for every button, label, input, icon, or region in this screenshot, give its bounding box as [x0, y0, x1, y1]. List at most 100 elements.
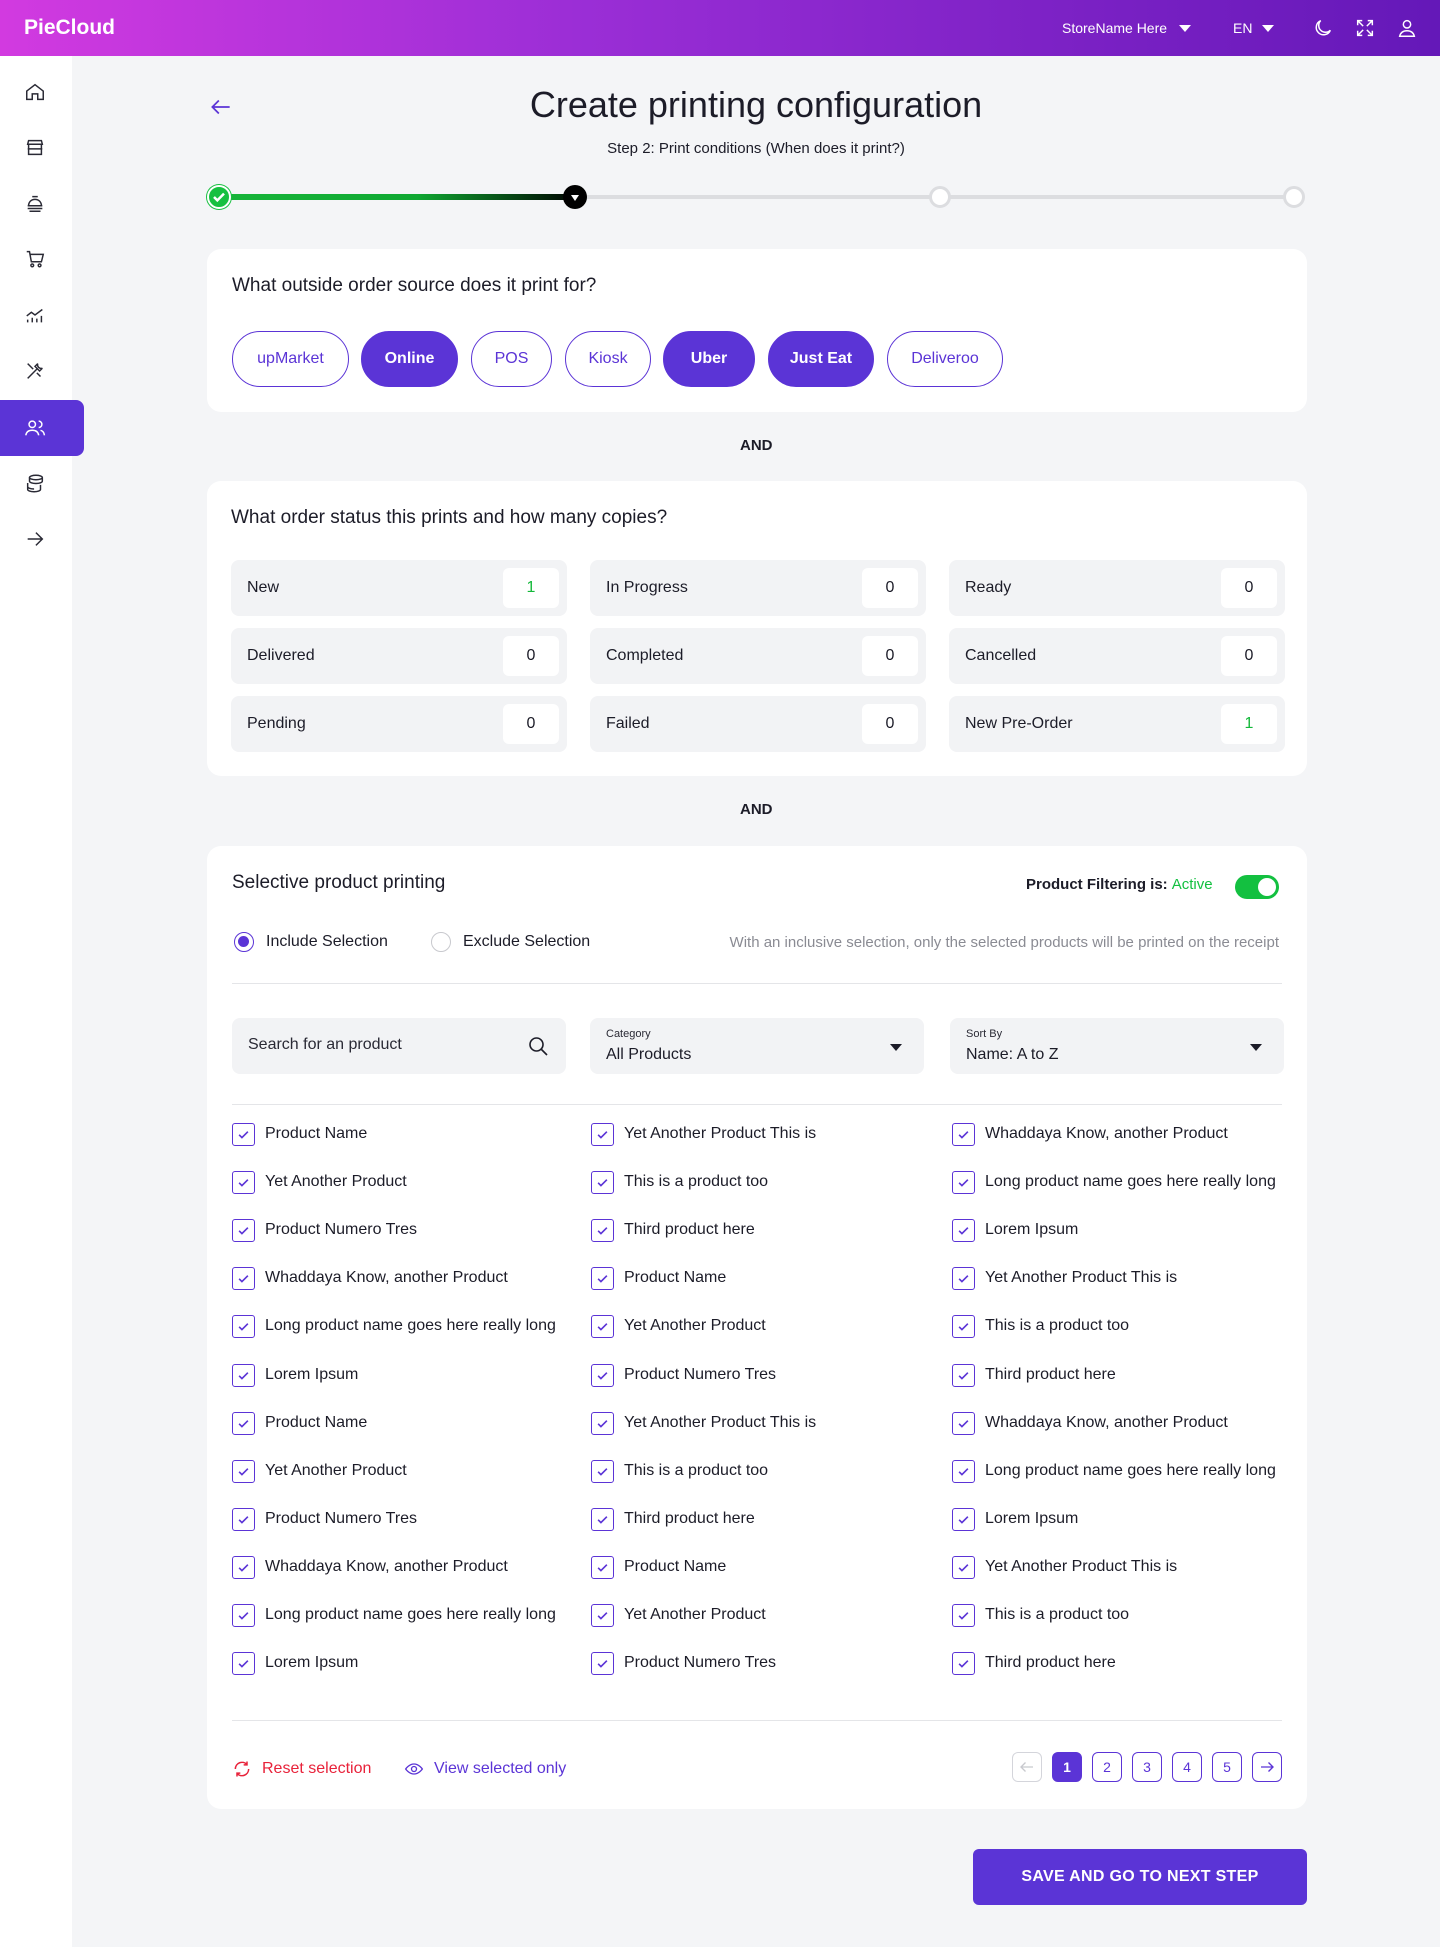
store-icon[interactable]: [0, 119, 84, 175]
checkbox-checked-icon[interactable]: [591, 1411, 614, 1435]
step-2-current[interactable]: [563, 185, 587, 209]
back-arrow-icon[interactable]: [208, 94, 234, 125]
checkbox-checked-icon[interactable]: [952, 1218, 975, 1242]
product-checkbox-item[interactable]: Third product here: [591, 1507, 755, 1531]
reset-selection-button[interactable]: Reset selection: [232, 1759, 371, 1779]
arrow-right-icon[interactable]: [0, 511, 84, 567]
copies-input[interactable]: 0: [503, 636, 559, 676]
product-checkbox-item[interactable]: Third product here: [952, 1651, 1116, 1675]
save-next-step-button[interactable]: SAVE AND GO TO NEXT STEP: [973, 1849, 1307, 1905]
copies-input[interactable]: 0: [1221, 568, 1277, 608]
product-checkbox-item[interactable]: Lorem Ipsum: [232, 1363, 358, 1387]
checkbox-checked-icon[interactable]: [591, 1314, 614, 1338]
source-uber-button[interactable]: Uber: [663, 331, 755, 387]
checkbox-checked-icon[interactable]: [232, 1363, 255, 1387]
checkbox-checked-icon[interactable]: [232, 1218, 255, 1242]
checkbox-checked-icon[interactable]: [952, 1122, 975, 1146]
checkbox-checked-icon[interactable]: [952, 1170, 975, 1194]
store-selector[interactable]: StoreName Here: [1062, 20, 1192, 36]
source-kiosk-button[interactable]: Kiosk: [565, 331, 651, 387]
checkbox-checked-icon[interactable]: [952, 1507, 975, 1531]
product-checkbox-item[interactable]: Product Name: [232, 1411, 367, 1435]
home-icon[interactable]: [0, 64, 84, 120]
copies-input[interactable]: 0: [503, 704, 559, 744]
product-checkbox-item[interactable]: This is a product too: [591, 1459, 768, 1483]
product-checkbox-item[interactable]: Yet Another Product: [591, 1314, 766, 1338]
checkbox-checked-icon[interactable]: [232, 1170, 255, 1194]
product-checkbox-item[interactable]: Yet Another Product This is: [591, 1122, 816, 1146]
product-checkbox-item[interactable]: Third product here: [952, 1363, 1116, 1387]
checkbox-checked-icon[interactable]: [591, 1363, 614, 1387]
product-checkbox-item[interactable]: Yet Another Product: [591, 1603, 766, 1627]
cart-icon[interactable]: [0, 231, 84, 287]
source-pos-button[interactable]: POS: [471, 331, 552, 387]
copies-input[interactable]: 0: [862, 704, 918, 744]
product-checkbox-item[interactable]: Product Name: [591, 1555, 726, 1579]
copies-input[interactable]: 1: [503, 568, 559, 608]
copies-input[interactable]: 0: [1221, 636, 1277, 676]
checkbox-checked-icon[interactable]: [232, 1651, 255, 1675]
step-1-complete-check-icon[interactable]: [207, 185, 231, 209]
source-online-button[interactable]: Online: [361, 331, 458, 387]
product-checkbox-item[interactable]: Product Name: [232, 1122, 367, 1146]
checkbox-checked-icon[interactable]: [591, 1603, 614, 1627]
users-icon[interactable]: [0, 400, 84, 456]
product-checkbox-item[interactable]: This is a product too: [952, 1314, 1129, 1338]
product-checkbox-item[interactable]: Whaddaya Know, another Product: [232, 1266, 508, 1290]
fullscreen-icon[interactable]: [1354, 17, 1376, 39]
page-button[interactable]: 5: [1212, 1752, 1242, 1782]
source-upmarket-button[interactable]: upMarket: [232, 331, 349, 387]
page-button[interactable]: 1: [1052, 1752, 1082, 1782]
product-checkbox-item[interactable]: Product Numero Tres: [591, 1651, 776, 1675]
dark-mode-moon-icon[interactable]: [1312, 17, 1334, 39]
product-checkbox-item[interactable]: Lorem Ipsum: [232, 1651, 358, 1675]
product-checkbox-item[interactable]: Product Name: [591, 1266, 726, 1290]
product-checkbox-item[interactable]: Long product name goes here really long: [952, 1170, 1276, 1194]
product-checkbox-item[interactable]: Yet Another Product This is: [591, 1411, 816, 1435]
product-checkbox-item[interactable]: Long product name goes here really long: [952, 1459, 1276, 1483]
checkbox-checked-icon[interactable]: [591, 1459, 614, 1483]
product-checkbox-item[interactable]: Lorem Ipsum: [952, 1507, 1078, 1531]
checkbox-checked-icon[interactable]: [591, 1122, 614, 1146]
product-checkbox-item[interactable]: Whaddaya Know, another Product: [952, 1122, 1228, 1146]
language-selector[interactable]: EN: [1233, 20, 1275, 36]
coins-icon[interactable]: [0, 455, 84, 511]
checkbox-checked-icon[interactable]: [591, 1507, 614, 1531]
copies-input[interactable]: 0: [862, 568, 918, 608]
product-checkbox-item[interactable]: Whaddaya Know, another Product: [232, 1555, 508, 1579]
product-checkbox-item[interactable]: Product Numero Tres: [232, 1218, 417, 1242]
copies-input[interactable]: 1: [1221, 704, 1277, 744]
checkbox-checked-icon[interactable]: [591, 1555, 614, 1579]
product-checkbox-item[interactable]: Product Numero Tres: [591, 1363, 776, 1387]
view-selected-only-button[interactable]: View selected only: [404, 1759, 566, 1779]
checkbox-checked-icon[interactable]: [232, 1459, 255, 1483]
checkbox-checked-icon[interactable]: [952, 1651, 975, 1675]
product-checkbox-item[interactable]: Yet Another Product This is: [952, 1555, 1177, 1579]
product-checkbox-item[interactable]: Yet Another Product This is: [952, 1266, 1177, 1290]
product-checkbox-item[interactable]: Long product name goes here really long: [232, 1603, 556, 1627]
product-checkbox-item[interactable]: This is a product too: [591, 1170, 768, 1194]
checkbox-checked-icon[interactable]: [952, 1459, 975, 1483]
source-deliveroo-button[interactable]: Deliveroo: [887, 331, 1003, 387]
product-filter-toggle[interactable]: [1235, 875, 1279, 899]
tools-icon[interactable]: [0, 343, 84, 399]
exclude-selection-radio[interactable]: Exclude Selection: [431, 932, 590, 952]
sort-by-select[interactable]: Sort By Name: A to Z: [950, 1018, 1284, 1074]
user-profile-icon[interactable]: [1396, 17, 1418, 39]
step-4-pending[interactable]: [1283, 186, 1305, 208]
step-3-pending[interactable]: [929, 186, 951, 208]
product-checkbox-item[interactable]: Lorem Ipsum: [952, 1218, 1078, 1242]
product-checkbox-item[interactable]: Product Numero Tres: [232, 1507, 417, 1531]
checkbox-checked-icon[interactable]: [232, 1507, 255, 1531]
copies-input[interactable]: 0: [862, 636, 918, 676]
category-select[interactable]: Category All Products: [590, 1018, 924, 1074]
product-checkbox-item[interactable]: Third product here: [591, 1218, 755, 1242]
brand-logo[interactable]: PieCloud: [24, 16, 115, 40]
checkbox-checked-icon[interactable]: [232, 1266, 255, 1290]
checkbox-checked-icon[interactable]: [591, 1170, 614, 1194]
product-checkbox-item[interactable]: Whaddaya Know, another Product: [952, 1411, 1228, 1435]
checkbox-checked-icon[interactable]: [232, 1411, 255, 1435]
checkbox-checked-icon[interactable]: [591, 1651, 614, 1675]
page-button[interactable]: 3: [1132, 1752, 1162, 1782]
checkbox-checked-icon[interactable]: [952, 1363, 975, 1387]
